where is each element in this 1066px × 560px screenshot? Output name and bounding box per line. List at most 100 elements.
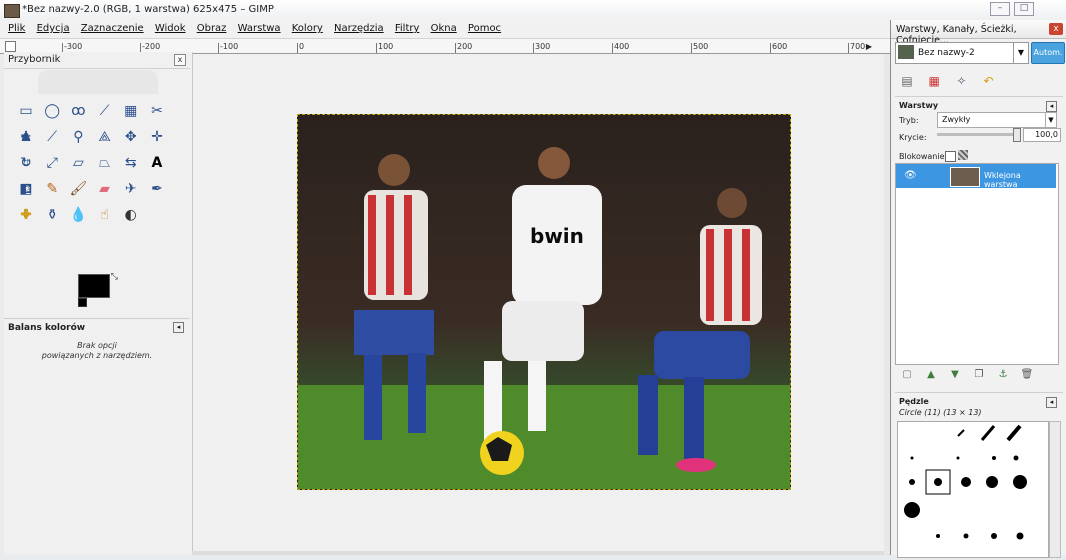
minimize-icon[interactable]: – <box>990 2 1010 16</box>
brush-preview[interactable] <box>957 429 965 437</box>
layer-row[interactable]: 👁 Wklejona warstwa <box>896 164 1056 189</box>
menu-widok[interactable]: Widok <box>155 23 186 34</box>
menu-kolory[interactable]: Kolory <box>292 23 323 34</box>
close-icon[interactable]: x <box>174 54 186 66</box>
lock-checkbox[interactable] <box>945 151 956 162</box>
menu-okna[interactable]: Okna <box>431 23 457 34</box>
brush-preview[interactable] <box>1013 475 1027 489</box>
paths-icon[interactable]: ✒ <box>17 128 35 146</box>
pencil-icon[interactable]: ✎ <box>43 180 61 198</box>
tab-channels-icon[interactable]: ▦ <box>925 72 943 90</box>
layer-name[interactable]: Wklejona warstwa <box>984 171 1056 189</box>
panel-menu-icon[interactable]: ◂ <box>1046 397 1057 408</box>
align-icon[interactable]: ✛ <box>148 128 166 146</box>
duplicate-layer-icon[interactable]: ❐ <box>967 369 991 380</box>
brush-preview[interactable] <box>1013 455 1019 461</box>
auto-button[interactable]: Autom. <box>1031 42 1065 64</box>
scissors-icon[interactable]: ✂ <box>148 102 166 120</box>
airbrush-icon[interactable]: ✈ <box>122 180 140 198</box>
tab-undo-icon[interactable]: ↶ <box>980 72 998 90</box>
horizontal-scrollbar[interactable] <box>192 551 884 555</box>
menu-pomoc[interactable]: Pomoc <box>468 23 501 34</box>
opacity-slider-handle[interactable] <box>1013 128 1021 142</box>
rotate-icon[interactable]: ↻ <box>17 154 35 172</box>
layer-buttons: ▢ ▲ ▼ ❐ ⚓ 🗑 <box>895 369 1057 387</box>
brush-preview[interactable] <box>961 477 971 487</box>
smudge-icon[interactable]: ☝ <box>96 206 114 224</box>
scale-icon[interactable]: ⤢ <box>43 154 61 172</box>
selected-brush-label: Circle (11) (13 × 13) <box>899 408 982 417</box>
lower-layer-icon[interactable]: ▼ <box>943 369 967 380</box>
perspective-clone-icon[interactable]: ⚱ <box>43 206 61 224</box>
flip-icon[interactable]: ⇆ <box>122 154 140 172</box>
anchor-layer-icon[interactable]: ⚓ <box>991 369 1015 380</box>
ink-icon[interactable]: ✒ <box>148 180 166 198</box>
menu-plik[interactable]: Plik <box>8 23 25 34</box>
text-icon[interactable]: A <box>148 154 166 172</box>
menu-narzedzia[interactable]: Narzędzia <box>334 23 384 34</box>
menu-obraz[interactable]: Obraz <box>197 23 227 34</box>
menu-warstwa[interactable]: Warstwa <box>238 23 281 34</box>
menu-edycja[interactable]: Edycja <box>37 23 70 34</box>
new-layer-icon[interactable]: ▢ <box>895 369 919 380</box>
lasso-icon[interactable]: ꝏ <box>69 102 87 120</box>
eraser-icon[interactable]: ▰ <box>96 180 114 198</box>
heal-icon[interactable]: ✚ <box>17 206 35 224</box>
brush-preview[interactable] <box>1016 532 1024 540</box>
mode-select[interactable]: Zwykły ▼ <box>937 112 1057 128</box>
raise-layer-icon[interactable]: ▲ <box>919 369 943 380</box>
visibility-eye-icon[interactable]: 👁 <box>904 170 917 181</box>
tab-layers-icon[interactable]: ▤ <box>898 72 916 90</box>
chevron-down-icon[interactable]: ▼ <box>1045 113 1056 127</box>
opacity-slider[interactable] <box>937 133 1017 136</box>
image-selector[interactable]: Bez nazwy-2 ▼ <box>895 42 1029 64</box>
maximize-icon[interactable]: □ <box>1014 2 1034 16</box>
menu-zaznaczenie[interactable]: Zaznaczenie <box>81 23 144 34</box>
zoom-icon[interactable]: ⚲ <box>69 128 87 146</box>
layer-list[interactable]: 👁 Wklejona warstwa <box>895 163 1059 365</box>
close-icon[interactable]: x <box>1049 23 1063 35</box>
chevron-down-icon[interactable]: ▼ <box>1013 43 1028 63</box>
default-colors-icon[interactable] <box>78 298 87 307</box>
foreground-color[interactable] <box>78 274 110 298</box>
color-picker-icon[interactable]: ⟋ <box>43 128 61 146</box>
brush-preview[interactable] <box>910 456 914 460</box>
paintbrush-icon[interactable]: 🖌 <box>69 180 87 198</box>
panel-menu-icon[interactable]: ◂ <box>1046 101 1057 112</box>
brush-preview[interactable] <box>992 456 996 460</box>
select-by-color-icon[interactable]: ▦ <box>122 102 140 120</box>
blur-icon[interactable]: 💧 <box>69 206 87 224</box>
brush-preview[interactable] <box>904 502 920 518</box>
lock-alpha-icon[interactable] <box>958 150 968 160</box>
brush-preview[interactable] <box>991 533 997 539</box>
ruler-arrow-icon[interactable]: ▶ <box>866 42 872 51</box>
swap-colors-icon[interactable]: ⤡ <box>111 272 118 282</box>
move-icon[interactable]: ✥ <box>122 128 140 146</box>
delete-layer-icon[interactable]: 🗑 <box>1015 369 1039 380</box>
fuzzy-select-icon[interactable]: ⟋ <box>96 102 114 120</box>
brush-preview[interactable] <box>956 456 960 460</box>
blend-icon[interactable]: ◧ <box>17 180 35 198</box>
brush-preview[interactable] <box>909 479 915 485</box>
canvas-image[interactable]: bwin <box>297 114 791 490</box>
opacity-value[interactable]: 100,0 <box>1023 128 1061 142</box>
brush-grid[interactable] <box>897 421 1049 558</box>
panel-menu-icon[interactable]: ◂ <box>173 322 184 333</box>
tab-paths-icon[interactable]: ✧ <box>952 72 970 90</box>
rect-select-icon[interactable]: ▭ <box>17 102 35 120</box>
perspective-icon[interactable]: ⏢ <box>96 154 114 172</box>
brush-preview[interactable] <box>963 533 969 539</box>
dodge-burn-icon[interactable]: ◐ <box>122 206 140 224</box>
brush-preview[interactable] <box>980 425 996 441</box>
brush-preview[interactable] <box>986 476 998 488</box>
brush-preview-selected[interactable] <box>934 478 942 486</box>
brush-preview[interactable] <box>936 534 940 538</box>
brush-scrollbar[interactable] <box>1049 421 1061 558</box>
measure-icon[interactable]: ⟁ <box>96 128 114 146</box>
ellipse-select-icon[interactable]: ◯ <box>43 102 61 120</box>
ruler-corner-icon[interactable] <box>5 41 16 52</box>
color-swatches[interactable]: ⤡ <box>78 272 122 314</box>
shear-icon[interactable]: ▱ <box>69 154 87 172</box>
brush-preview[interactable] <box>1006 424 1022 442</box>
menu-filtry[interactable]: Filtry <box>395 23 420 34</box>
